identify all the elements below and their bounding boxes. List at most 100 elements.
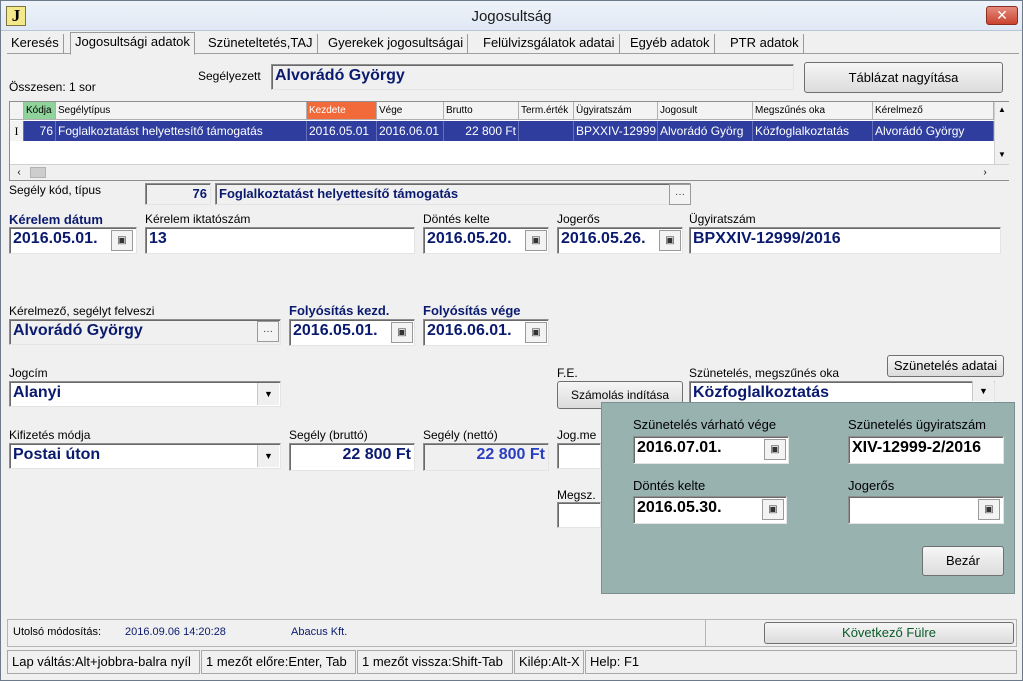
cell-gross: 22 800 Ft <box>444 121 519 141</box>
title-dropdown-icon[interactable]: ▼ <box>257 383 279 405</box>
column-header-gross[interactable]: Brutto <box>444 102 519 120</box>
column-header-type[interactable]: Segélytípus <box>56 102 307 120</box>
request-reg-field[interactable]: 13 <box>145 227 415 254</box>
cell-case-no: BPXXIV-12999 <box>574 121 658 141</box>
suspend-data-button[interactable]: Szünetelés adatai <box>887 355 1004 377</box>
cell-code: 76 <box>24 121 56 141</box>
case-no-label: Ügyiratszám <box>689 212 756 226</box>
expected-end-label: Szünetelés várható vége <box>633 417 777 432</box>
status-tab-switch: Lap váltás:Alt+jobbra-balra nyíl <box>7 650 200 674</box>
column-header-term-value[interactable]: Term.érték <box>519 102 574 120</box>
tab-suspension-taj[interactable]: Szüneteltetés,TAJ <box>204 34 318 54</box>
title-bar: J Jogosultság ✕ <box>1 1 1022 31</box>
horizontal-scrollbar[interactable]: ‹ › <box>10 164 1009 180</box>
payment-method-dropdown-icon[interactable]: ▼ <box>257 445 279 467</box>
cell-type: Foglalkoztatást helyettesítő támogatás <box>56 121 307 141</box>
enlarge-table-button[interactable]: Táblázat nagyítása <box>804 62 1003 93</box>
suspend-reason-combo[interactable]: Közfoglalkoztatás <box>689 381 995 403</box>
next-tab-button[interactable]: Következő Fülre <box>764 622 1014 644</box>
applicant-label: Kérelmező, segélyt felveszi <box>9 304 155 318</box>
pay-start-calendar-icon[interactable]: ▣ <box>391 322 413 343</box>
popup-final-calendar-icon[interactable]: ▣ <box>978 499 1000 520</box>
tab-bar: Keresés Jogosultsági adatok Szünetelteté… <box>7 32 1019 55</box>
aid-table: Kódja Segélytípus Kezdete Vége Brutto Te… <box>9 101 1009 181</box>
modified-by: Abacus Kft. <box>291 626 348 638</box>
column-header-end-reason[interactable]: Megszűnés oka <box>753 102 873 120</box>
title-combo[interactable]: Alanyi <box>9 381 281 407</box>
net-field: 22 800 Ft <box>423 443 549 471</box>
column-header-start[interactable]: Kezdete <box>307 102 377 120</box>
payment-method-label: Kifizetés módja <box>9 428 91 442</box>
payment-method-combo[interactable]: Postai úton <box>9 443 281 469</box>
close-button[interactable]: ✕ <box>986 6 1018 25</box>
tab-other-data[interactable]: Egyéb adatok <box>626 34 715 54</box>
aid-code-label: Segély kód, típus <box>9 183 102 197</box>
footer-panel: Utolsó módosítás: 2016.09.06 14:20:28 Ab… <box>7 619 1017 647</box>
pay-start-label: Folyósítás kezd. <box>289 303 390 318</box>
megsz-field[interactable] <box>557 502 601 528</box>
column-header-case-no[interactable]: Ügyiratszám <box>574 102 658 120</box>
popup-close-button[interactable]: Bezár <box>922 546 1004 576</box>
status-prev-field: 1 mezőt vissza:Shift-Tab <box>357 650 513 674</box>
applicant-picker-icon[interactable]: ··· <box>257 321 279 342</box>
final-date-label: Jogerős <box>557 212 600 226</box>
cell-term-value <box>519 121 574 141</box>
column-header-end[interactable]: Vége <box>377 102 444 120</box>
column-header-entitled[interactable]: Jogosult <box>658 102 753 120</box>
beneficiary-label: Segélyezett <box>198 69 261 83</box>
expected-end-calendar-icon[interactable]: ▣ <box>764 439 786 460</box>
suspend-reason-dropdown-icon[interactable]: ▼ <box>972 381 994 401</box>
tab-search[interactable]: Keresés <box>7 34 64 54</box>
gross-field[interactable]: 22 800 Ft <box>289 443 415 471</box>
net-label: Segély (nettó) <box>423 428 498 442</box>
cell-end: 2016.06.01 <box>377 121 444 141</box>
modified-label: Utolsó módosítás: <box>13 626 102 638</box>
tab-entitlement-data[interactable]: Jogosultsági adatok <box>70 32 195 55</box>
modified-at: 2016.09.06 14:20:28 <box>125 626 226 638</box>
aid-type-picker-icon[interactable]: ··· <box>669 184 691 205</box>
pay-end-label: Folyósítás vége <box>423 303 521 318</box>
window-title: Jogosultság <box>471 8 552 25</box>
suspend-case-label: Szünetelés ügyiratszám <box>848 417 987 432</box>
jog-field[interactable] <box>557 443 601 469</box>
vertical-scrollbar[interactable]: ▲ ▼ <box>994 102 1009 164</box>
final-date-calendar-icon[interactable]: ▣ <box>659 230 681 251</box>
request-date-label: Kérelem dátum <box>9 212 103 227</box>
beneficiary-field: Alvorádó György <box>271 64 794 90</box>
scroll-thumb[interactable] <box>30 167 46 178</box>
scroll-up-icon[interactable]: ▲ <box>995 103 1009 117</box>
aid-type-field[interactable]: Foglalkoztatást helyettesítő támogatás <box>215 183 691 205</box>
row-indicator-header <box>10 102 24 120</box>
scroll-down-icon[interactable]: ▼ <box>995 148 1009 162</box>
pay-end-calendar-icon[interactable]: ▣ <box>525 322 547 343</box>
suspend-case-field[interactable]: XIV-12999-2/2016 <box>848 436 1004 464</box>
column-header-code[interactable]: Kódja <box>24 102 56 120</box>
popup-decision-label: Döntés kelte <box>633 478 706 493</box>
popup-final-label: Jogerős <box>848 478 895 493</box>
status-exit: Kilép:Alt-X <box>514 650 584 674</box>
applicant-field[interactable]: Alvorádó György <box>9 319 281 345</box>
column-header-applicant[interactable]: Kérelmező <box>873 102 994 120</box>
aid-code-field[interactable]: 76 <box>145 183 211 205</box>
status-next-field: 1 mezőt előre:Enter, Tab <box>201 650 356 674</box>
jog-label: Jog.me <box>557 428 597 442</box>
megsz-label: Megsz. <box>557 488 596 502</box>
tab-children-entitlements[interactable]: Gyerekek jogosultságai <box>324 34 469 54</box>
tab-ptr-data[interactable]: PTR adatok <box>726 34 804 54</box>
title-label: Jogcím <box>9 366 48 380</box>
decision-date-calendar-icon[interactable]: ▣ <box>525 230 547 251</box>
suspension-popup: Szünetelés várható vége 2016.07.01. ▣ Sz… <box>601 402 1015 594</box>
case-no-field[interactable]: BPXXIV-12999/2016 <box>689 227 1001 254</box>
cell-applicant: Alvorádó György <box>873 121 994 141</box>
scroll-left-icon[interactable]: ‹ <box>12 166 26 180</box>
request-date-calendar-icon[interactable]: ▣ <box>111 230 133 251</box>
tab-reviews[interactable]: Felülvizsgálatok adatai <box>479 34 620 54</box>
scroll-right-icon[interactable]: › <box>978 166 992 180</box>
row-count: Összesen: 1 sor <box>9 80 96 94</box>
cell-end-reason: Közfoglalkoztatás <box>753 121 873 141</box>
cell-entitled: Alvorádó Györg <box>658 121 753 141</box>
popup-decision-calendar-icon[interactable]: ▣ <box>762 499 784 520</box>
gross-label: Segély (bruttó) <box>289 428 368 442</box>
row-indicator: I <box>10 121 24 141</box>
suspend-reason-label: Szünetelés, megszűnés oka <box>689 366 840 380</box>
